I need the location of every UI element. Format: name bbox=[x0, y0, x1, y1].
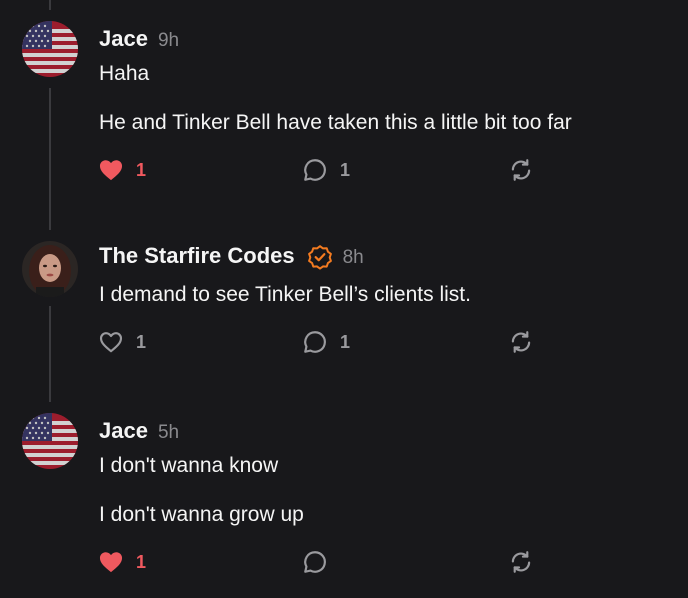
heart-filled-icon bbox=[99, 552, 123, 573]
comment-bubble-icon bbox=[304, 159, 326, 181]
reply-button[interactable]: 1 bbox=[302, 328, 350, 356]
reply-button[interactable] bbox=[302, 548, 328, 576]
avatar[interactable] bbox=[22, 413, 78, 469]
author-name[interactable]: Jace bbox=[99, 418, 148, 444]
reply-button[interactable]: 1 bbox=[302, 156, 350, 184]
author-name[interactable]: Jace bbox=[99, 26, 148, 52]
verified-badge-icon bbox=[307, 244, 333, 270]
post-text-line: Haha bbox=[99, 62, 150, 85]
comment-bubble-icon bbox=[304, 331, 326, 353]
repost-button[interactable] bbox=[508, 548, 534, 576]
timestamp[interactable]: 9h bbox=[158, 30, 179, 52]
avatar[interactable] bbox=[22, 21, 78, 77]
thread-line bbox=[49, 306, 51, 402]
thread-line bbox=[49, 88, 51, 230]
like-button[interactable]: 1 bbox=[98, 548, 146, 576]
timestamp[interactable]: 5h bbox=[158, 422, 179, 444]
like-button[interactable]: 1 bbox=[98, 156, 146, 184]
comment-bubble-icon bbox=[304, 551, 326, 573]
like-count: 1 bbox=[136, 551, 147, 572]
post-text-line: I don't wanna grow up bbox=[99, 503, 304, 526]
repost-icon bbox=[511, 331, 531, 353]
repost-button[interactable] bbox=[508, 156, 534, 184]
avatar[interactable] bbox=[22, 241, 78, 297]
author-name[interactable]: The Starfire Codes bbox=[99, 243, 295, 269]
post-text-line: I don't wanna know bbox=[99, 454, 279, 477]
repost-icon bbox=[511, 551, 531, 573]
timestamp[interactable]: 8h bbox=[343, 247, 364, 269]
us-flag-avatar bbox=[22, 21, 78, 77]
like-count: 1 bbox=[136, 331, 147, 352]
heart-filled-icon bbox=[99, 160, 123, 181]
profile-photo-avatar bbox=[22, 241, 78, 297]
repost-icon bbox=[511, 159, 531, 181]
thread-line bbox=[49, 0, 51, 10]
post-text-line: I demand to see Tinker Bell’s clients li… bbox=[99, 283, 471, 306]
post-text-line: He and Tinker Bell have taken this a lit… bbox=[99, 111, 572, 134]
us-flag-avatar bbox=[22, 413, 78, 469]
repost-button[interactable] bbox=[508, 328, 534, 356]
like-button[interactable]: 1 bbox=[98, 328, 146, 356]
reply-count: 1 bbox=[340, 159, 351, 180]
reply-count: 1 bbox=[340, 331, 351, 352]
like-count: 1 bbox=[136, 159, 147, 180]
heart-outline-icon bbox=[99, 332, 123, 353]
